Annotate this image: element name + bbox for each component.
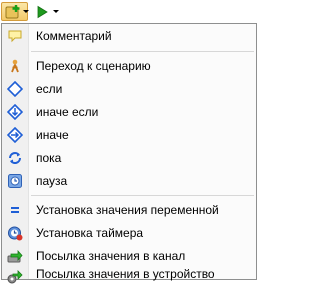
send-to-channel-icon [7,248,23,264]
set-variable-icon [7,202,23,218]
chevron-down-icon [53,10,59,13]
menu-item-comment[interactable]: Комментарий [2,25,256,47]
menu-item-label: Переход к сценарию [36,59,151,73]
add-block-dropdown-button[interactable] [1,2,29,21]
send-to-device-icon [7,269,23,285]
menu-item-send-to-channel[interactable]: Посылка значения в канал [2,245,256,267]
run-dropdown-button[interactable] [32,2,59,21]
menu-item-label: Комментарий [36,29,112,43]
menu-item-else-if[interactable]: иначе если [2,101,256,123]
menu-item-while[interactable]: пока [2,147,256,169]
add-plus-icon [5,4,21,20]
menu-item-label: Установка значения переменной [36,203,219,217]
play-icon [35,5,49,19]
if-diamond-icon [7,81,23,97]
chevron-down-icon [23,10,29,13]
menu-item-label: пауза [36,174,68,188]
comment-icon [7,28,23,44]
menu-separator [31,195,254,196]
menu-item-if[interactable]: если [2,78,256,100]
menu-item-pause[interactable]: пауза [2,170,256,192]
toolbar [0,0,258,24]
pause-icon [7,173,23,189]
menu-item-goto-scenario[interactable]: Переход к сценарию [2,55,256,77]
menu-item-set-timer[interactable]: Установка таймера [2,222,256,244]
menu-item-send-to-device[interactable]: Посылка значения в устройство [2,267,256,284]
else-diamond-icon [7,127,23,143]
menu-item-label: Посылка значения в устройство [36,267,215,281]
menu-item-label: Установка таймера [36,226,144,240]
loop-icon [7,150,23,166]
menu-item-set-variable[interactable]: Установка значения переменной [2,199,256,221]
menu-item-label: Посылка значения в канал [36,249,186,263]
else-if-diamond-icon [7,104,23,120]
goto-scenario-icon [7,58,23,74]
menu-item-label: иначе если [36,105,99,119]
menu-separator [31,51,254,52]
menu-item-else[interactable]: иначе [2,124,256,146]
timer-icon [7,225,23,241]
menu-item-label: если [36,82,63,96]
menu-item-label: пока [36,151,62,165]
add-block-menu: Комментарий Переход к сценарию если инач… [1,23,257,284]
menu-item-label: иначе [36,128,69,142]
